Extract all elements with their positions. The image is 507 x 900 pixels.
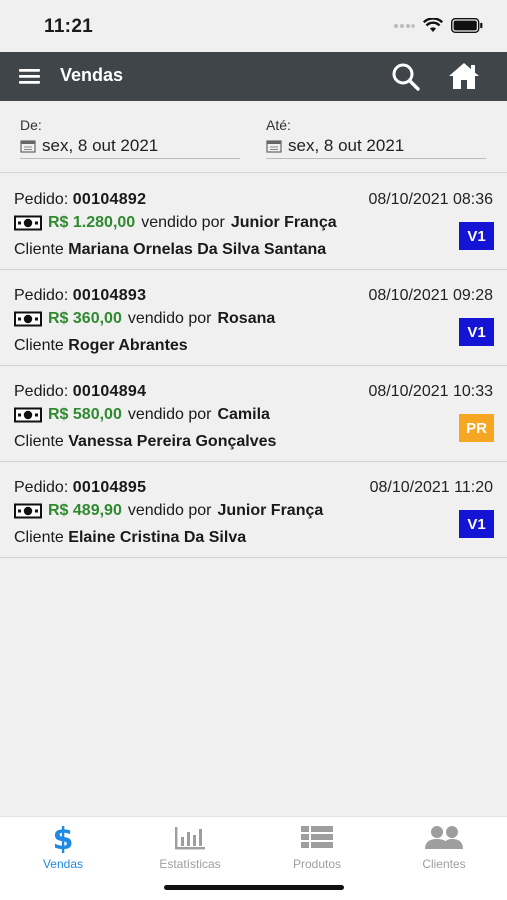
money-icon: [14, 503, 42, 519]
battery-icon: [451, 18, 483, 33]
date-filters: De: sex, 8 out 2021 Até: sex, 8 out 2021: [0, 101, 507, 173]
order-price-line: R$ 360,00 vendido por Rosana: [14, 310, 275, 328]
order-number-line: Pedido: 00104895: [14, 479, 146, 497]
status-icons: [393, 18, 483, 33]
order-client-line: Cliente Mariana Ornelas Da Silva Santana: [14, 241, 326, 259]
order-label: Pedido:: [14, 383, 69, 400]
client-name: Roger Abrantes: [68, 337, 188, 354]
tab-label: Clientes: [422, 857, 466, 871]
order-price-line: R$ 580,00 vendido por Camila: [14, 406, 270, 424]
home-button[interactable]: [447, 60, 481, 92]
date-to-field[interactable]: Até: sex, 8 out 2021: [266, 117, 486, 159]
calendar-icon: [20, 140, 36, 153]
order-datetime: 08/10/2021 09:28: [368, 287, 493, 304]
client-name: Elaine Cristina Da Silva: [68, 529, 247, 546]
order-price: R$ 1.280,00: [48, 214, 136, 231]
client-label: Cliente: [14, 433, 64, 450]
users-icon: [425, 826, 463, 849]
dollar-icon: $: [53, 823, 74, 853]
sold-by-label: vendido por: [141, 214, 225, 231]
app-bar: Vendas: [0, 52, 507, 101]
date-from-value-row: sex, 8 out 2021: [20, 136, 240, 156]
client-label: Cliente: [14, 337, 64, 354]
order-number-line: Pedido: 00104893: [14, 287, 146, 305]
order-label: Pedido:: [14, 287, 69, 304]
order-price: R$ 489,90: [48, 502, 122, 519]
order-number: 00104893: [72, 287, 147, 304]
order-number: 00104892: [72, 191, 147, 208]
money-icon: [14, 311, 42, 327]
seller-name: Junior França: [230, 214, 337, 231]
order-row[interactable]: Pedido: 00104892 08/10/2021 08:36 R$ 1.2…: [0, 174, 507, 270]
order-number-line: Pedido: 00104894: [14, 383, 146, 401]
order-label: Pedido:: [14, 479, 69, 496]
order-number: 00104894: [72, 383, 147, 400]
money-icon: [14, 215, 42, 231]
home-icon: [449, 63, 479, 89]
status-badge: V1: [459, 318, 494, 346]
order-row[interactable]: Pedido: 00104895 08/10/2021 11:20 R$ 489…: [0, 462, 507, 558]
search-icon: [392, 63, 420, 91]
client-label: Cliente: [14, 529, 64, 546]
status-bar: 11:21: [0, 0, 507, 52]
order-client-line: Cliente Elaine Cristina Da Silva: [14, 529, 246, 547]
order-client-line: Cliente Vanessa Pereira Gonçalves: [14, 433, 276, 451]
client-name: Vanessa Pereira Gonçalves: [68, 433, 277, 450]
date-from-value: sex, 8 out 2021: [42, 136, 159, 155]
client-label: Cliente: [14, 241, 64, 258]
tab-label: Produtos: [292, 857, 342, 871]
bar-chart-icon: [175, 827, 205, 850]
order-price: R$ 580,00: [48, 406, 122, 423]
status-time: 11:21: [44, 16, 94, 37]
sold-by-label: vendido por: [127, 406, 212, 423]
tab-label: Estatísticas: [159, 857, 221, 871]
sold-by-label: vendido por: [127, 502, 212, 519]
order-price-line: R$ 1.280,00 vendido por Junior França: [14, 214, 337, 232]
order-datetime: 08/10/2021 11:20: [369, 479, 493, 496]
list-icon: [301, 826, 333, 848]
search-button[interactable]: [390, 61, 422, 93]
home-indicator: [164, 885, 344, 890]
date-to-value-row: sex, 8 out 2021: [266, 136, 486, 156]
page-title: Vendas: [60, 65, 124, 85]
seller-name: Rosana: [217, 310, 276, 327]
order-client-line: Cliente Roger Abrantes: [14, 337, 188, 355]
tab-produtos[interactable]: Produtos: [254, 823, 380, 883]
menu-button[interactable]: [18, 65, 42, 87]
order-price-line: R$ 489,90 vendido por Junior França: [14, 502, 323, 520]
svg-text:$: $: [53, 823, 74, 853]
sold-by-label: vendido por: [127, 310, 212, 327]
signal-icon: [394, 23, 415, 28]
tab-vendas[interactable]: $ Vendas: [0, 823, 126, 883]
client-name: Mariana Ornelas Da Silva Santana: [68, 241, 327, 258]
order-price: R$ 360,00: [48, 310, 122, 327]
order-datetime: 08/10/2021 10:33: [368, 383, 493, 400]
tab-label: Vendas: [42, 857, 84, 871]
order-row[interactable]: Pedido: 00104893 08/10/2021 09:28 R$ 360…: [0, 270, 507, 366]
seller-name: Camila: [217, 406, 270, 423]
order-datetime: 08/10/2021 08:36: [368, 191, 493, 208]
date-to-value: sex, 8 out 2021: [288, 136, 405, 155]
money-icon: [14, 407, 42, 423]
order-list: Pedido: 00104892 08/10/2021 08:36 R$ 1.2…: [0, 174, 507, 558]
status-badge: PR: [459, 414, 494, 442]
seller-name: Junior França: [217, 502, 324, 519]
date-to-label: Até:: [266, 117, 291, 133]
status-badge: V1: [459, 510, 494, 538]
order-number: 00104895: [72, 479, 147, 496]
order-label: Pedido:: [14, 191, 69, 208]
tab-clientes[interactable]: Clientes: [381, 823, 507, 883]
order-number-line: Pedido: 00104892: [14, 191, 146, 209]
order-row[interactable]: Pedido: 00104894 08/10/2021 10:33 R$ 580…: [0, 366, 507, 462]
wifi-icon: [423, 18, 443, 32]
tab-estatisticas[interactable]: Estatísticas: [127, 823, 253, 883]
status-badge: V1: [459, 222, 494, 250]
calendar-icon: [266, 140, 282, 153]
date-from-label: De:: [20, 117, 42, 133]
hamburger-icon: [19, 69, 40, 84]
date-from-field[interactable]: De: sex, 8 out 2021: [20, 117, 240, 159]
